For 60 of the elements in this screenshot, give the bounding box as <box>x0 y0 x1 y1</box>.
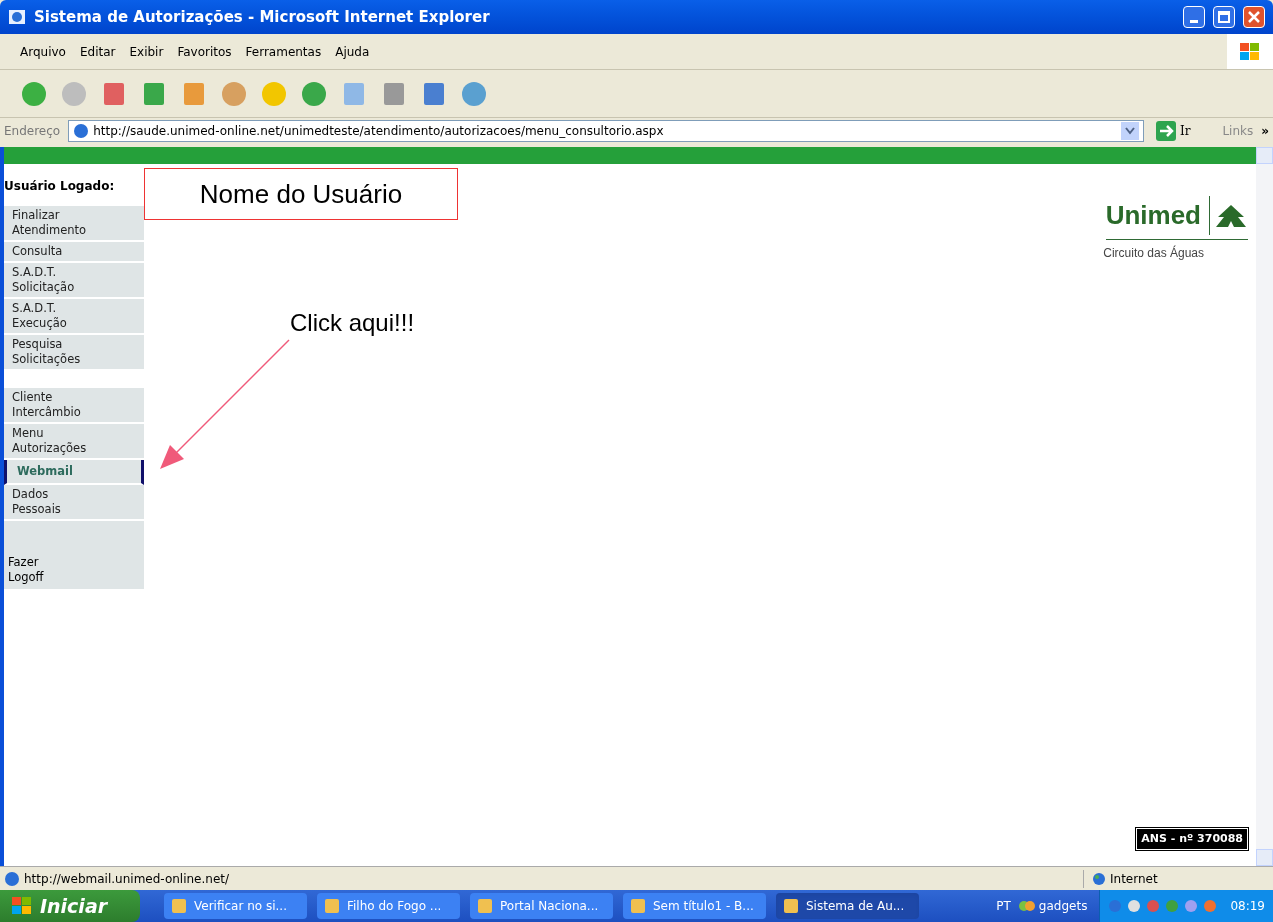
menu-item[interactable]: Ferramentas <box>245 42 322 61</box>
sidebar-item[interactable]: Menu Autorizações <box>4 424 144 460</box>
taskbar-button[interactable]: Filho do Fogo ... <box>317 893 460 919</box>
dropdown-button[interactable] <box>1120 122 1139 140</box>
tray-icon[interactable] <box>1108 899 1123 913</box>
menu-item[interactable]: Ajuda <box>335 42 370 61</box>
app-icon <box>784 899 798 913</box>
clock: 08:19 <box>1230 898 1265 915</box>
sidebar-item[interactable]: Dados Pessoais <box>4 485 144 521</box>
globe-icon <box>1092 871 1106 886</box>
tray-icon[interactable] <box>1203 899 1218 913</box>
sidebar-item[interactable]: Pesquisa Solicitações <box>4 335 144 371</box>
tree-icon <box>1214 202 1248 229</box>
user-name-field: Nome do Usuário <box>144 168 458 220</box>
minimize-button[interactable] <box>1183 6 1205 28</box>
taskbar-button[interactable]: Sem título1 - B... <box>623 893 766 919</box>
sidebar-item[interactable]: Webmail <box>4 460 144 485</box>
user-label: Usuário Logado: <box>4 178 116 195</box>
sidebar-item[interactable]: Finalizar Atendimento <box>4 206 144 242</box>
tray-icon[interactable] <box>1146 899 1161 913</box>
windows-logo-icon <box>12 897 32 915</box>
tray-icon[interactable] <box>1127 899 1142 913</box>
sidebar-item[interactable]: S.A.D.T. Execução <box>4 299 144 335</box>
app-icon <box>172 899 186 913</box>
more-button[interactable]: » <box>1261 122 1269 140</box>
ans-badge: ANS - nº 370088 <box>1136 827 1248 850</box>
gadgets-button[interactable]: gadgets <box>1018 897 1088 915</box>
gadgets-icon <box>1018 899 1035 913</box>
caret-icon <box>1124 127 1135 135</box>
window-title: Sistema de Autorizações - Microsoft Internet Explorer <box>34 6 491 28</box>
sidebar-item[interactable]: Cliente Intercâmbio <box>4 388 144 424</box>
maximize-button[interactable] <box>1213 6 1235 28</box>
close-button[interactable] <box>1243 6 1265 28</box>
start-button[interactable]: Iniciar <box>0 890 140 922</box>
app-icon <box>631 899 645 913</box>
menu-item[interactable]: Editar <box>79 42 116 61</box>
taskbar-button[interactable]: Verificar no si... <box>164 893 307 919</box>
address-field[interactable]: http://saude.unimed-online.net/unimedteste/atendimento/autorizacoes/menu_consultorio.aspx <box>68 120 1144 142</box>
menu-item[interactable]: Arquivo <box>20 42 66 61</box>
language-indicator[interactable]: PT <box>996 897 1011 915</box>
app-icon <box>325 899 339 913</box>
taskbar-button[interactable]: Portal Naciona... <box>470 893 613 919</box>
close-icon <box>1248 11 1260 23</box>
menu-item[interactable]: Favoritos <box>177 42 232 61</box>
go-button[interactable]: Ir <box>1151 121 1195 141</box>
menu-item[interactable]: Exibir <box>129 42 164 61</box>
unimed-logo: Unimed Circuito das Águas <box>1103 196 1248 262</box>
annotation-text: Click aqui!!! <box>290 308 415 338</box>
logoff-button[interactable]: Fazer Logoff <box>4 521 144 589</box>
address-label: Endereço <box>4 123 61 140</box>
sidebar-item[interactable]: Consulta <box>4 242 144 263</box>
sidebar-item[interactable]: S.A.D.T. Solicitação <box>4 263 144 299</box>
taskbar-button[interactable]: Sistema de Au... <box>776 893 919 919</box>
arrow-icon <box>1155 121 1176 141</box>
zone-label: Internet <box>1110 870 1158 888</box>
tray-icon[interactable] <box>1184 899 1199 913</box>
windows-logo-icon <box>1239 41 1261 62</box>
scrollbar[interactable] <box>1256 147 1273 866</box>
status-url: http://webmail.unimed-online.net/ <box>24 870 231 888</box>
app-icon <box>478 899 492 913</box>
